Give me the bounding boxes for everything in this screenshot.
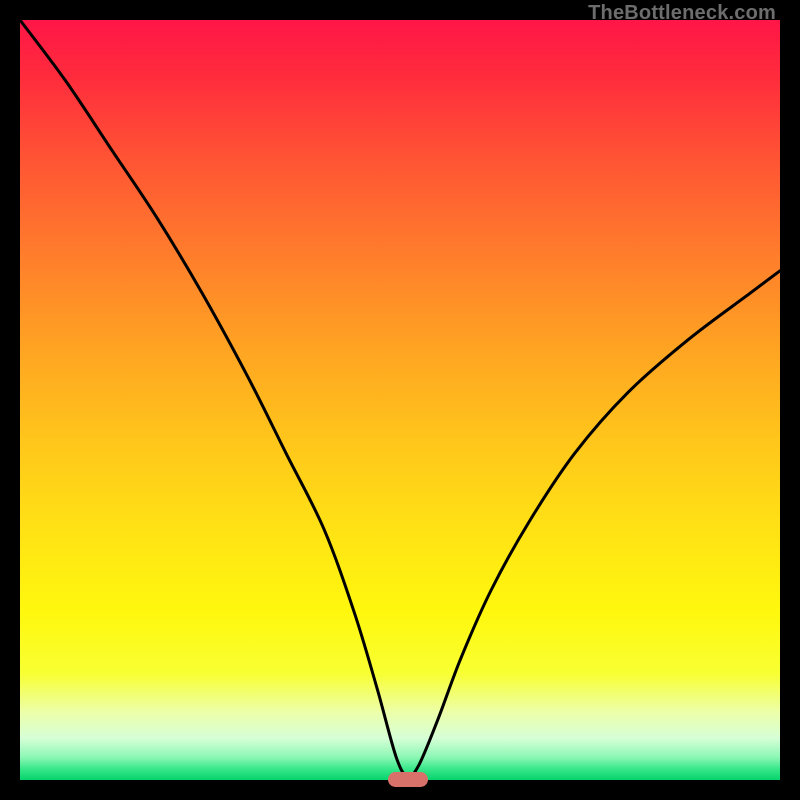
plot-area bbox=[20, 20, 780, 780]
watermark-text: TheBottleneck.com bbox=[588, 2, 776, 25]
chart-frame: TheBottleneck.com bbox=[0, 0, 800, 800]
optimal-marker bbox=[388, 772, 428, 787]
bottleneck-curve bbox=[20, 20, 780, 780]
